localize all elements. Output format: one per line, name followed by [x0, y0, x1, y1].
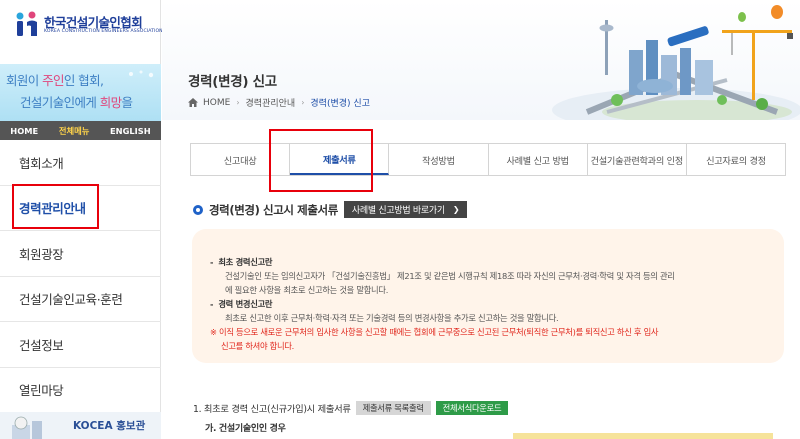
- nav-item-open-forum[interactable]: 열린마당: [0, 368, 161, 413]
- table-header-bar: [513, 433, 773, 439]
- slogan-line-2: 건설기술인에게 희망을: [20, 95, 133, 110]
- step-1a-label: 가. 건설기술인인 경우: [205, 424, 286, 434]
- info-text-1b: 에 필요한 사항을 최초로 신고하는 것을 말합니다.: [225, 285, 389, 295]
- slogan-line-1: 회원이 주인인 협회,: [6, 73, 104, 88]
- logo-mark-icon: [16, 11, 37, 36]
- tab-highlight-box: [269, 129, 373, 192]
- site-logo[interactable]: 한국건설기술인협회 KOREA CONSTRUCTION ENGINEERS A…: [14, 8, 163, 42]
- info-heading-1: - 최초 경력신고란: [210, 257, 273, 267]
- top-menu: HOME 전체메뉴 ENGLISH: [0, 121, 161, 140]
- case-method-link-button[interactable]: 사례별 신고방법 바로가기 ❯: [343, 201, 468, 218]
- breadcrumb: HOME › 경력관리안내 › 경력(변경) 신고: [188, 96, 370, 109]
- section-heading: 경력(변경) 신고시 제출서류 사례별 신고방법 바로가기 ❯: [193, 201, 468, 218]
- sparkle-icon: [129, 70, 154, 78]
- info-box: - 최초 경력신고란 건설기술인 또는 임의신고자가 「건설기술진흥법」 제21…: [192, 229, 784, 363]
- info-text-1a: 건설기술인 또는 임의신고자가 「건설기술진흥법」 제21조 및 같은법 시행규…: [225, 271, 675, 281]
- promo-mascot-icon: [12, 416, 42, 439]
- page-title: 경력(변경) 신고: [188, 74, 277, 90]
- page-header: 경력(변경) 신고 HOME › 경력관리안내 › 경력(변경) 신고: [162, 0, 800, 120]
- print-list-button[interactable]: 제출서류 목록출력: [355, 401, 431, 415]
- logo-subtitle: KOREA CONSTRUCTION ENGINEERS ASSOCIATION: [44, 29, 163, 34]
- top-menu-all[interactable]: 전체메뉴: [59, 125, 90, 137]
- home-icon: [188, 98, 198, 107]
- breadcrumb-current: 경력(변경) 신고: [310, 99, 370, 109]
- city-illustration-icon: [552, 5, 800, 120]
- nav-item-about[interactable]: 협회소개: [0, 140, 161, 186]
- chevron-right-icon: ›: [301, 98, 305, 107]
- download-all-forms-button[interactable]: 전체서식다운로드: [435, 401, 509, 415]
- tab-major-recognition[interactable]: 건설기술관련학과의 인정: [587, 144, 687, 175]
- tab-case-methods[interactable]: 사례별 신고 방법: [488, 144, 588, 175]
- nav-item-members[interactable]: 회원광장: [0, 231, 161, 277]
- step-1-heading: 1. 최초로 경력 신고(신규가입)시 제출서류 제출서류 목록출력 전체서식다…: [193, 401, 509, 415]
- sidebar: 한국건설기술인협회 KOREA CONSTRUCTION ENGINEERS A…: [0, 0, 163, 439]
- nav-item-education[interactable]: 건설기술인교육·훈련: [0, 277, 161, 322]
- info-warning-2: 신고를 하셔야 합니다.: [221, 341, 295, 351]
- chevron-right-icon: ›: [236, 98, 240, 107]
- info-heading-2: - 경력 변경신고란: [210, 299, 273, 309]
- promo-label: KOCEA 홍보관: [73, 420, 146, 432]
- nav-highlight-box: [12, 184, 99, 229]
- breadcrumb-career[interactable]: 경력관리안내: [246, 96, 296, 109]
- slogan-banner: 회원이 주인인 협회, 건설기술인에게 희망을: [0, 64, 161, 121]
- info-text-2: 최초로 신고한 이후 근무처·학력·자격 또는 기술경력 등의 변경사항을 추가…: [225, 313, 559, 323]
- chevron-right-icon: ❯: [452, 205, 460, 214]
- tab-correction[interactable]: 신고자료의 경정: [686, 144, 786, 175]
- nav-item-info[interactable]: 건설정보: [0, 322, 161, 368]
- tab-how-to-write[interactable]: 작성방법: [389, 144, 489, 175]
- top-menu-home[interactable]: HOME: [10, 126, 38, 136]
- promo-link[interactable]: KOCEA 홍보관: [0, 412, 161, 439]
- breadcrumb-home[interactable]: HOME: [203, 98, 230, 108]
- info-warning-1: ※ 이직 등으로 새로운 근무처의 입사한 사항을 신고할 때에는 협회에 근무…: [210, 327, 659, 337]
- step-1-label: 1. 최초로 경력 신고(신규가입)시 제출서류: [193, 404, 351, 415]
- sidebar-nav: 협회소개 경력관리안내 회원광장 건설기술인교육·훈련 건설정보 열린마당: [0, 140, 161, 413]
- section-title: 경력(변경) 신고시 제출서류: [209, 202, 338, 217]
- bullet-icon: [193, 204, 203, 215]
- top-menu-english[interactable]: ENGLISH: [110, 126, 151, 136]
